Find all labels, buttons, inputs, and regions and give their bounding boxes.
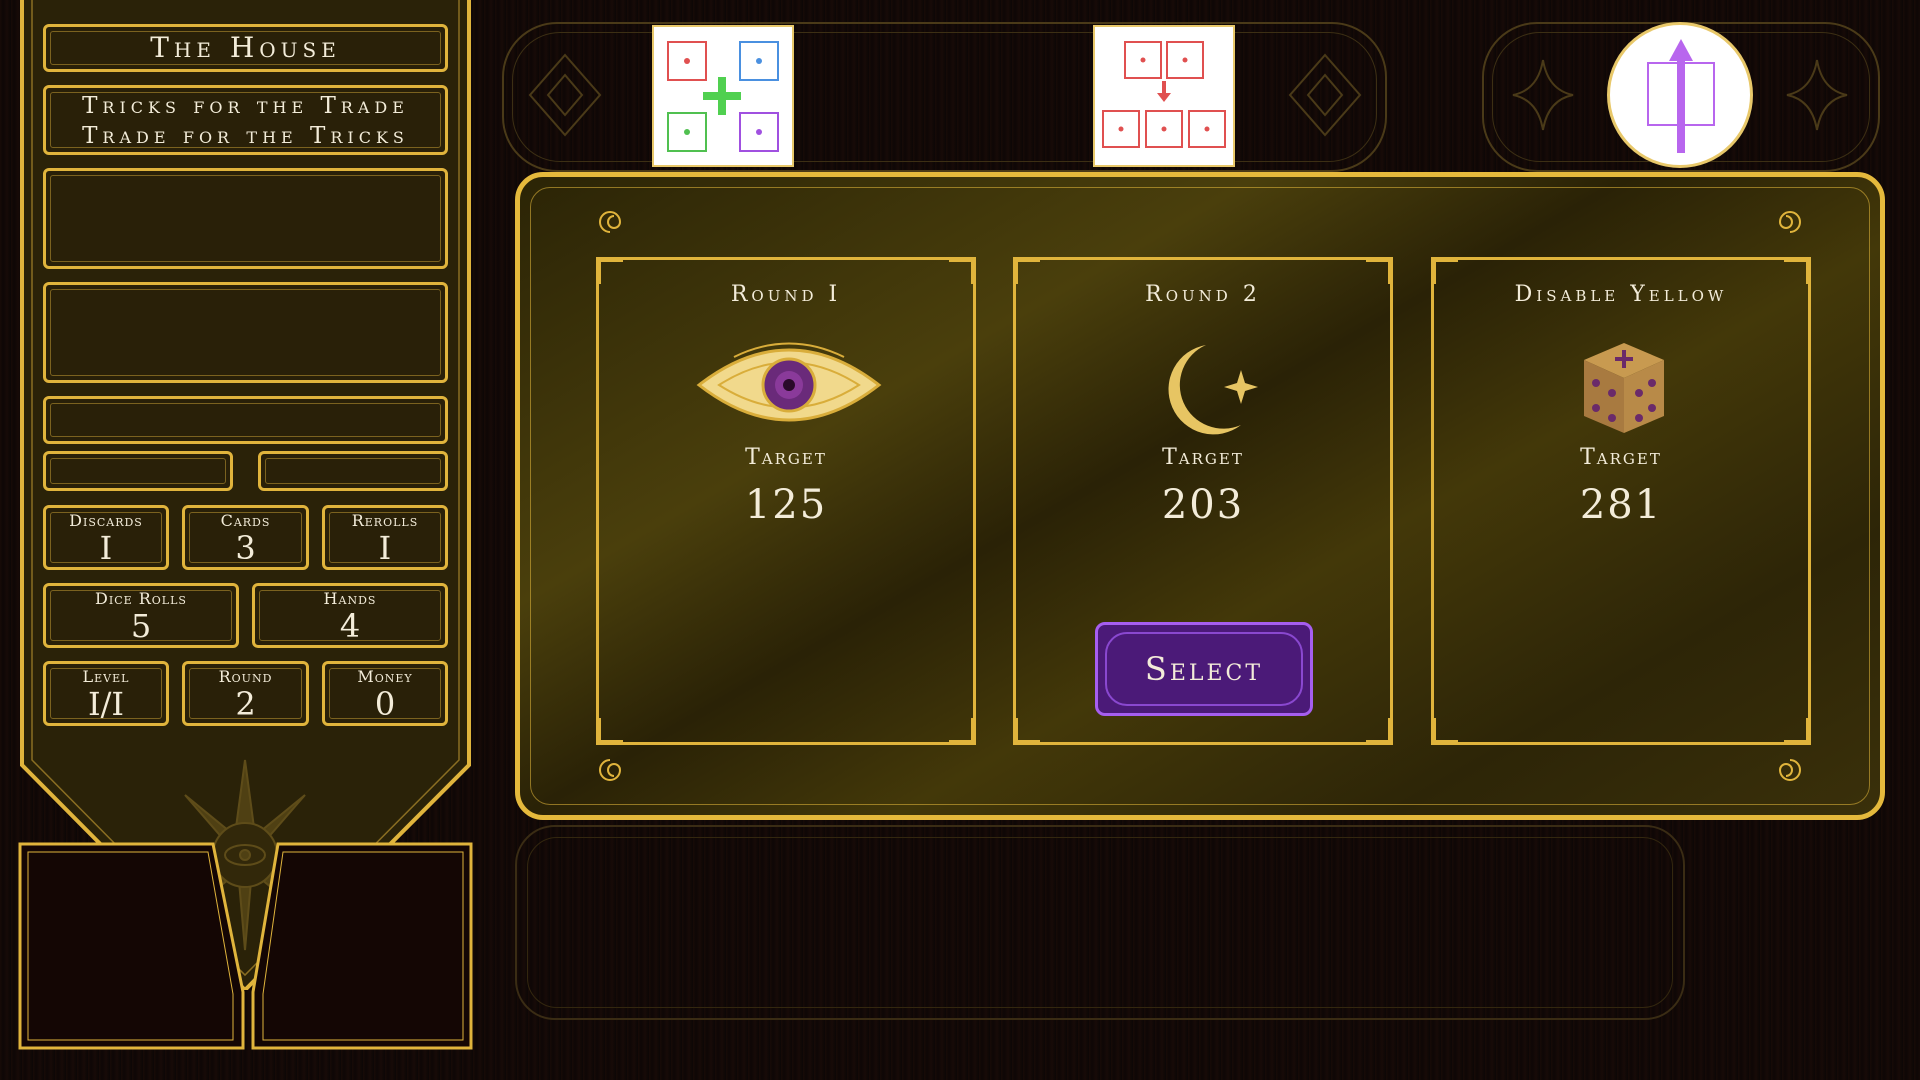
motto-line-2: Trade for the Tricks bbox=[82, 123, 409, 149]
round-1-target-label: Target bbox=[745, 445, 827, 470]
hand-tray bbox=[515, 825, 1685, 1020]
level-label: Level bbox=[82, 667, 130, 686]
card-corner-ornament-icon bbox=[1434, 718, 1458, 742]
round-3-target-value: 281 bbox=[1579, 482, 1663, 528]
motto-line-1: Tricks for the Trade bbox=[82, 93, 409, 119]
card-corner-ornament-icon bbox=[1366, 718, 1390, 742]
round-stat: Round 2 bbox=[182, 661, 309, 726]
discards-value: I bbox=[99, 529, 113, 567]
round-label: Round bbox=[218, 667, 273, 686]
empty-slot-5 bbox=[258, 451, 448, 491]
tray-ornament-right-icon bbox=[1288, 53, 1362, 137]
tray-ornament-left-icon bbox=[528, 53, 602, 137]
round-1-title: Round I bbox=[730, 282, 842, 307]
moon-star-icon bbox=[1168, 345, 1258, 435]
card-corner-ornament-icon bbox=[599, 260, 623, 284]
level-stat: Level I/I bbox=[43, 661, 169, 726]
swirl-bottom-left-icon bbox=[599, 759, 622, 781]
empty-slot-2 bbox=[43, 282, 448, 383]
four-dice-plus-icon bbox=[667, 41, 779, 152]
cards-stat: Cards 3 bbox=[182, 505, 309, 570]
item-card-dice-plus[interactable] bbox=[652, 25, 794, 167]
top-item-tray bbox=[502, 22, 1387, 172]
discards-stat: Discards I bbox=[43, 505, 169, 570]
rerolls-label: Rerolls bbox=[351, 511, 419, 530]
round-2-title: Round 2 bbox=[1145, 282, 1261, 307]
card-corner-ornament-icon bbox=[949, 260, 973, 284]
swirl-top-left-icon bbox=[599, 211, 622, 233]
card-corner-ornament-icon bbox=[599, 718, 623, 742]
card-corner-ornament-icon bbox=[1366, 260, 1390, 284]
money-value: 0 bbox=[374, 685, 396, 723]
eye-icon bbox=[696, 342, 882, 422]
hands-stat: Hands 4 bbox=[252, 583, 448, 648]
empty-slot-4 bbox=[43, 451, 233, 491]
card-corner-ornament-icon bbox=[1016, 260, 1040, 284]
round-3-title: Disable Yellow bbox=[1514, 282, 1728, 307]
round-value: 2 bbox=[235, 685, 256, 723]
dice-merge-icon bbox=[1102, 41, 1226, 148]
dice-rolls-value: 5 bbox=[130, 607, 152, 645]
card-corner-ornament-icon bbox=[1016, 718, 1040, 742]
dice-rolls-stat: Dice Rolls 5 bbox=[43, 583, 239, 648]
purple-arrow-token[interactable] bbox=[1607, 22, 1753, 168]
dice-icon bbox=[1584, 343, 1664, 433]
card-corner-ornament-icon bbox=[949, 718, 973, 742]
house-title: The House bbox=[150, 31, 341, 64]
dice-rolls-label: Dice Rolls bbox=[95, 589, 187, 608]
empty-slot-1 bbox=[43, 168, 448, 269]
motto-box: Tricks for the Trade Trade for the Trick… bbox=[43, 85, 448, 155]
select-button[interactable]: Select bbox=[1095, 622, 1313, 716]
item-card-dice-merge[interactable] bbox=[1093, 25, 1235, 167]
round-select-panel: Round I Target 125 Round 2 Target 203 Se… bbox=[515, 172, 1885, 820]
rerolls-stat: Rerolls I bbox=[322, 505, 448, 570]
token-tray-star-right-icon bbox=[1786, 59, 1848, 131]
card-corner-ornament-icon bbox=[1784, 260, 1808, 284]
cards-label: Cards bbox=[220, 511, 271, 530]
card-corner-ornament-icon bbox=[1784, 718, 1808, 742]
house-title-box: The House bbox=[43, 24, 448, 72]
lower-left-slots bbox=[18, 842, 473, 1050]
discards-label: Discards bbox=[69, 511, 143, 530]
cards-value: 3 bbox=[235, 529, 256, 567]
money-label: Money bbox=[357, 667, 413, 686]
swirl-top-right-icon bbox=[1778, 211, 1801, 233]
round-3-target-label: Target bbox=[1580, 445, 1662, 470]
hands-value: 4 bbox=[339, 607, 361, 645]
card-corner-ornament-icon bbox=[1434, 260, 1458, 284]
round-1-target-value: 125 bbox=[744, 482, 828, 528]
purple-arrow-token-icon bbox=[1647, 39, 1715, 153]
rerolls-value: I bbox=[378, 529, 392, 567]
token-tray-star-left-icon bbox=[1512, 59, 1574, 131]
hands-label: Hands bbox=[323, 589, 377, 608]
round-card-2: Round 2 Target 203 Select bbox=[1013, 257, 1393, 745]
level-value: I/I bbox=[87, 685, 125, 723]
round-2-target-label: Target bbox=[1162, 445, 1244, 470]
empty-slot-3 bbox=[43, 396, 448, 444]
round-card-3: Disable Yellow Target 281 bbox=[1431, 257, 1811, 745]
swirl-bottom-right-icon bbox=[1778, 759, 1801, 781]
round-2-target-value: 203 bbox=[1161, 482, 1245, 528]
money-stat: Money 0 bbox=[322, 661, 448, 726]
round-card-1: Round I Target 125 bbox=[596, 257, 976, 745]
